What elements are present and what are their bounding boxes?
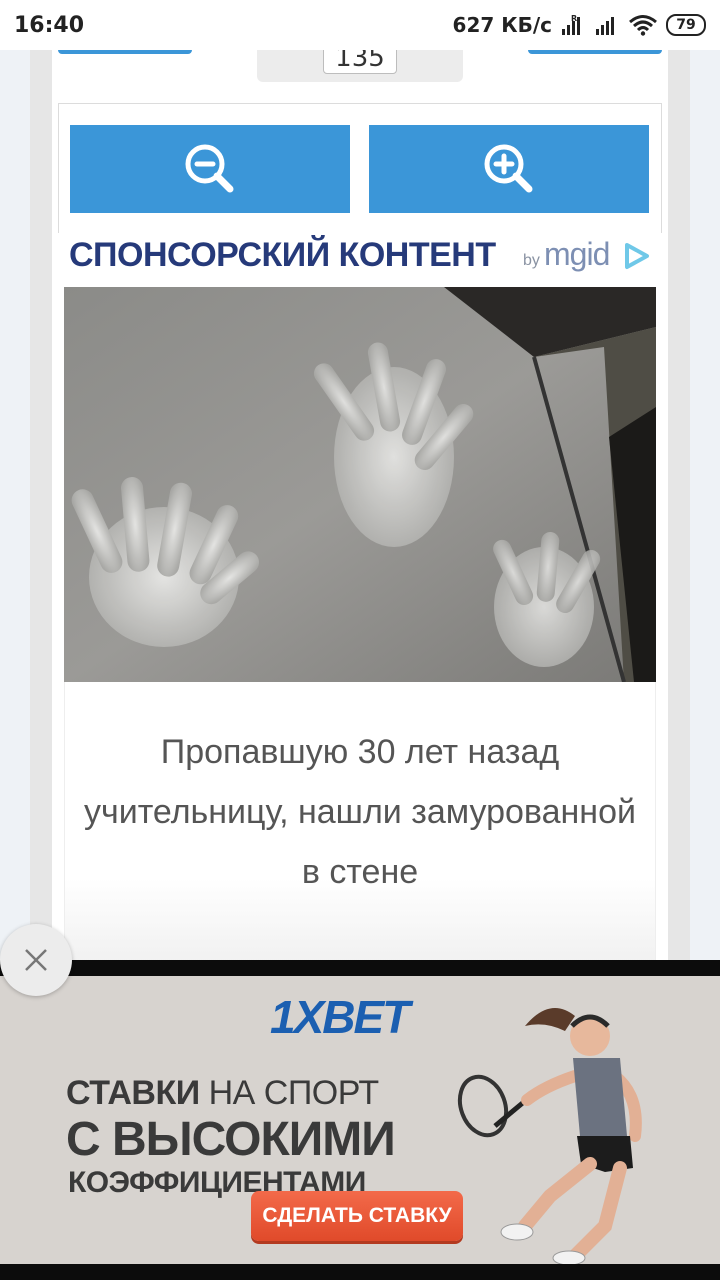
status-time: 16:40 [14, 12, 85, 38]
wall-hands-photo [64, 287, 656, 682]
zoom-out-icon [185, 144, 234, 193]
ad-creative: 1XBET СТАВКИ НА СПОРТ С ВЫСОКИМИ КОЭФФИЦ… [0, 976, 720, 1264]
zoom-in-icon [484, 144, 533, 193]
status-bar: 16:40 627 КБ/с R 79 [0, 0, 720, 50]
cellular-signal-icon-2 [596, 17, 614, 35]
status-icons: 627 КБ/с R 79 [453, 13, 706, 37]
battery-indicator: 79 [666, 14, 706, 36]
zoom-in-button[interactable] [369, 125, 649, 213]
ad-cta-button[interactable]: СДЕЛАТЬ СТАВКУ [251, 1191, 463, 1241]
close-ad-button[interactable] [0, 924, 72, 996]
mgid-play-icon[interactable] [623, 242, 651, 270]
svg-text:R: R [571, 14, 577, 23]
mgid-logo[interactable]: mgid [544, 236, 610, 273]
zoom-out-button[interactable] [70, 125, 350, 213]
ad-brand-logo: 1XBET [270, 991, 410, 1043]
article-title[interactable]: Пропавшую 30 лет назад учительницу, нашл… [84, 722, 636, 902]
ad-banner[interactable]: 1XBET СТАВКИ НА СПОРТ С ВЫСОКИМИ КОЭФФИЦ… [0, 960, 720, 1280]
wifi-icon [629, 15, 657, 36]
article-image[interactable] [64, 287, 656, 682]
provider-by-label: by [523, 252, 540, 269]
sponsored-content-heading: СПОНСОРСКИЙ КОНТЕНТ [69, 236, 496, 274]
ad-headline-rest: НА СПОРТ [199, 1074, 380, 1112]
tennis-player-image [457, 1008, 642, 1264]
ad-headline-line1: СТАВКИ НА СПОРТ [66, 1074, 379, 1113]
ad-headline-line2: С ВЫСОКИМИ [66, 1113, 396, 1166]
close-icon [25, 949, 47, 971]
network-speed: 627 КБ/с [452, 13, 552, 37]
ad-headline-bold: СТАВКИ [66, 1074, 200, 1112]
cellular-signal-icon: R [562, 14, 580, 35]
